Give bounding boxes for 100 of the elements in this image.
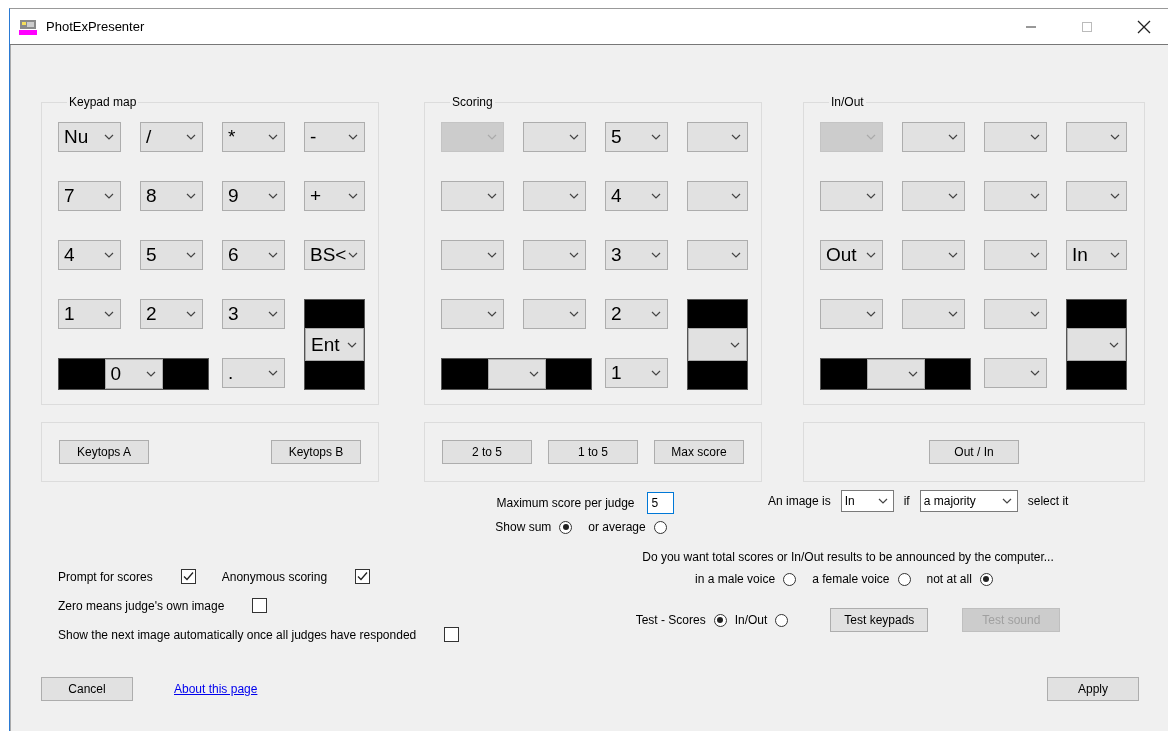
dropdown[interactable]: 2: [140, 299, 203, 329]
caret-icon: [731, 134, 741, 140]
dropdown[interactable]: In: [840, 490, 894, 512]
dropdown[interactable]: 3: [605, 240, 668, 270]
caret-icon: [1030, 311, 1040, 317]
caret-icon: [104, 311, 114, 317]
button[interactable]: Out / In: [929, 440, 1019, 464]
dropdown[interactable]: 0: [104, 359, 163, 389]
caret-icon: [1030, 370, 1040, 376]
radio-label: Test - Scores: [635, 613, 706, 627]
dropdown[interactable]: [866, 359, 925, 389]
caret-icon: [1109, 341, 1119, 348]
about-link[interactable]: About this page: [174, 682, 258, 696]
dropdown[interactable]: .: [222, 358, 285, 388]
caret-icon: [569, 134, 579, 140]
radio-label: Show sum: [495, 520, 552, 534]
dropdown[interactable]: 9: [222, 181, 285, 211]
caret-icon: [348, 252, 358, 258]
caret-icon: [347, 341, 357, 348]
button[interactable]: Max score: [654, 440, 744, 464]
dropdown[interactable]: a majority: [919, 490, 1018, 512]
dropdown[interactable]: 4: [605, 181, 668, 211]
dropdown[interactable]: *: [222, 122, 285, 152]
dropdown[interactable]: 3: [222, 299, 285, 329]
caret-icon: [1001, 498, 1012, 504]
radio-button[interactable]: [979, 572, 993, 586]
button[interactable]: 1 to 5: [548, 440, 638, 464]
caret-icon: [866, 252, 876, 258]
radio-button[interactable]: [559, 520, 573, 534]
apply-button[interactable]: Apply: [1047, 677, 1139, 701]
radio-button[interactable]: [653, 520, 667, 534]
caret-icon: [651, 370, 661, 376]
checkbox[interactable]: [444, 627, 460, 642]
button[interactable]: Keytops B: [271, 440, 361, 464]
caret-icon: [528, 371, 539, 377]
caret-icon: [651, 311, 661, 317]
radio-label: In/Out: [734, 613, 768, 627]
button[interactable]: Test keypads: [830, 608, 929, 632]
dropdown[interactable]: 1: [58, 299, 121, 329]
caret-icon: [104, 134, 114, 140]
caret-icon: [268, 370, 278, 376]
caret-icon: [186, 311, 196, 317]
group-title: Keypad map: [68, 95, 138, 109]
close-icon[interactable]: [1137, 19, 1151, 34]
caret-icon: [730, 341, 740, 348]
caret-icon: [348, 193, 358, 199]
dropdown[interactable]: 7: [58, 181, 121, 211]
dropdown[interactable]: /: [140, 122, 203, 152]
radio-button[interactable]: [897, 572, 911, 586]
dropdown[interactable]: In: [1066, 240, 1127, 270]
checkbox[interactable]: [355, 569, 371, 584]
radio-label: not at all: [926, 572, 972, 586]
caret-icon: [487, 311, 497, 317]
caret-icon: [104, 252, 114, 258]
dropdown[interactable]: -: [304, 122, 365, 152]
dropdown[interactable]: Out: [820, 240, 883, 270]
checkbox[interactable]: [252, 598, 268, 613]
caret-icon: [731, 252, 741, 258]
dropdown[interactable]: 8: [140, 181, 203, 211]
button[interactable]: 2 to 5: [442, 440, 532, 464]
radio-button[interactable]: [775, 613, 789, 627]
caret-icon: [948, 134, 958, 140]
cancel-button[interactable]: Cancel: [41, 677, 133, 701]
caret-icon: [104, 193, 114, 199]
dropdown[interactable]: 5: [140, 240, 203, 270]
caret-icon: [907, 371, 918, 377]
dropdown[interactable]: Nu: [58, 122, 121, 152]
number-field[interactable]: 5: [646, 492, 674, 514]
caret-icon: [186, 193, 196, 199]
radio-button[interactable]: [713, 613, 727, 627]
dropdown[interactable]: 5: [605, 122, 668, 152]
caret-icon: [1110, 193, 1120, 199]
caret-icon: [1030, 134, 1040, 140]
checkbox-label: Show the next image automatically once all judges have responded: [58, 627, 417, 642]
field-label: Maximum score per judge: [496, 496, 635, 510]
dropdown[interactable]: 4: [58, 240, 121, 270]
radio-button[interactable]: [783, 572, 797, 586]
caret-icon: [866, 311, 876, 317]
maximize-icon[interactable]: [1081, 20, 1093, 33]
app-icon: [19, 18, 37, 35]
caret-icon: [268, 311, 278, 317]
caret-icon: [1030, 193, 1040, 199]
checkbox-label: Prompt for scores: [58, 569, 153, 584]
dropdown[interactable]: [487, 359, 546, 389]
dropdown[interactable]: 2: [605, 299, 668, 329]
dropdown[interactable]: Ent: [305, 328, 364, 361]
dropdown[interactable]: 1: [605, 358, 668, 388]
caret-icon: [1110, 252, 1120, 258]
window-title: PhotExPresenter: [46, 19, 145, 34]
caret-icon: [651, 193, 661, 199]
checkbox-label: Zero means judge's own image: [58, 598, 225, 613]
dropdown[interactable]: BS<: [304, 240, 365, 270]
dropdown[interactable]: 6: [222, 240, 285, 270]
caret-icon: [1030, 252, 1040, 258]
caret-icon: [569, 311, 579, 317]
caret-icon: [145, 371, 156, 377]
caret-icon: [186, 252, 196, 258]
checkbox[interactable]: [180, 569, 196, 584]
button[interactable]: Keytops A: [59, 440, 149, 464]
dropdown[interactable]: +: [304, 181, 365, 211]
